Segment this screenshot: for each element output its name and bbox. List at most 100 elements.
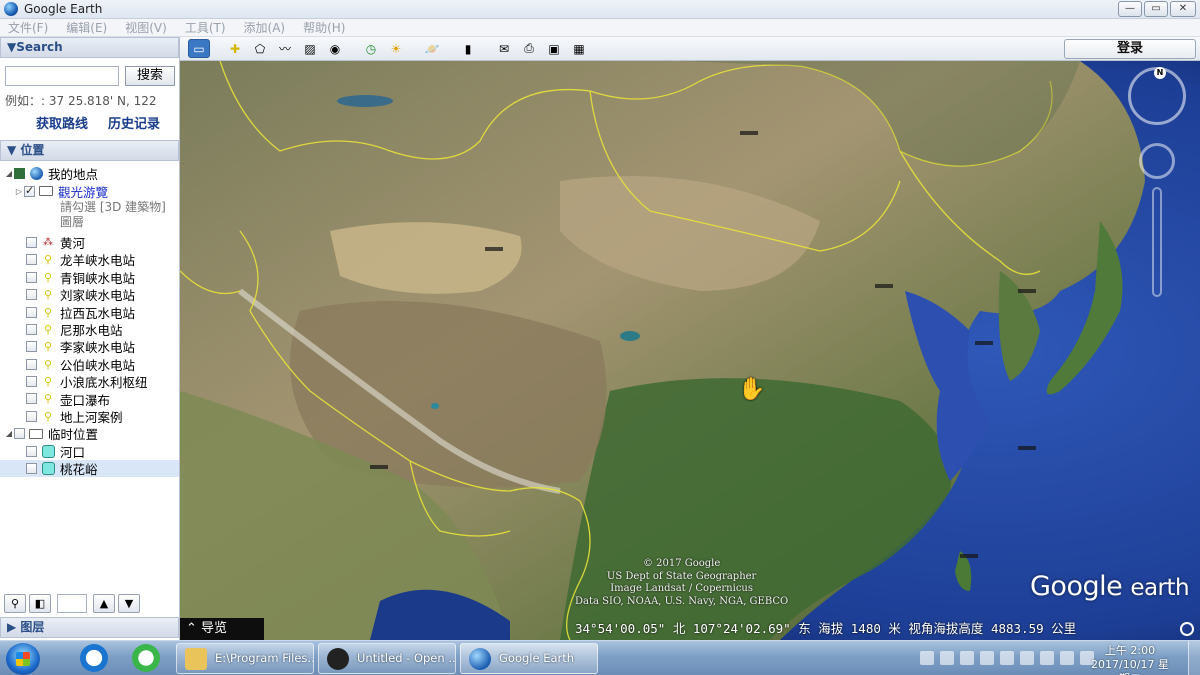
taskbar-explorer[interactable]: E:\Program Files... (176, 643, 314, 674)
add-image-overlay-icon[interactable]: ▨ (299, 39, 321, 58)
tree-item[interactable]: ⚲ 壶口瀑布 (0, 390, 179, 408)
tree-item[interactable]: ⚲ 地上河案例 (0, 408, 179, 425)
menu-tools[interactable]: 工具(T) (185, 19, 226, 36)
menu-add[interactable]: 添加(A) (244, 19, 286, 36)
historical-imagery-icon[interactable]: ◷ (360, 39, 382, 58)
record-tour-icon[interactable]: ◉ (324, 39, 346, 58)
place-marker[interactable] (1018, 289, 1036, 293)
checkbox[interactable] (26, 306, 37, 318)
tree-item[interactable]: ⚲ 小浪底水利枢纽 (0, 373, 179, 390)
tree-item[interactable]: ⚲ 拉西瓦水电站 (0, 303, 179, 321)
search-button[interactable]: 搜索 (125, 66, 175, 86)
tree-item[interactable]: ⚲ 青铜峡水电站 (0, 269, 179, 286)
move-down-icon[interactable]: ▼ (118, 593, 140, 613)
tray-app-icon[interactable] (980, 651, 994, 665)
place-marker[interactable] (1018, 446, 1036, 450)
menu-view[interactable]: 视图(V) (125, 19, 167, 36)
pan-control[interactable] (1139, 143, 1175, 179)
tree-item[interactable]: ⚲ 刘家峡水电站 (0, 286, 179, 303)
kugou-icon[interactable] (80, 644, 108, 672)
checkbox[interactable] (26, 445, 37, 457)
add-polygon-icon[interactable]: ⬠ (249, 39, 271, 58)
checkbox[interactable] (26, 289, 37, 301)
map-view[interactable]: ✋ N © 2017 Google US Dept of State Geogr… (180, 61, 1200, 640)
tray-shield-icon[interactable] (1020, 651, 1034, 665)
place-marker[interactable] (485, 247, 503, 251)
tree-item-my-places[interactable]: ◢ 我的地点 (0, 165, 179, 182)
expand-icon[interactable]: ▷ (14, 187, 24, 196)
checkbox[interactable] (26, 254, 37, 266)
menu-help[interactable]: 帮助(H) (303, 19, 345, 36)
refresh-app-icon[interactable] (132, 644, 160, 672)
search-panel-header[interactable]: ▼Search (0, 37, 179, 58)
zoom-slider[interactable] (1152, 187, 1162, 297)
place-marker[interactable] (975, 341, 993, 345)
place-marker[interactable] (740, 131, 758, 135)
tray-network-icon[interactable] (960, 651, 974, 665)
tray-arrow-icon[interactable] (920, 651, 934, 665)
history-link[interactable]: 历史记录 (108, 113, 160, 132)
checkbox[interactable] (26, 463, 37, 475)
move-up-icon[interactable]: ▲ (93, 593, 115, 613)
checkbox[interactable] (14, 168, 25, 180)
tray-input-icon[interactable] (940, 651, 954, 665)
clock[interactable]: 上午 2:00 2017/10/17 星期二 (1090, 644, 1170, 675)
search-input[interactable] (5, 66, 119, 86)
minimize-button[interactable]: — (1118, 1, 1142, 17)
menu-file[interactable]: 文件(F) (8, 19, 48, 36)
show-desktop-button[interactable] (1188, 641, 1200, 675)
compass-ring[interactable]: N (1128, 67, 1186, 125)
checkbox[interactable] (26, 358, 37, 370)
tree-item[interactable]: ⚲ 龙羊峡水电站 (0, 251, 179, 268)
switch-planet-icon[interactable]: 🪐 (421, 39, 443, 58)
layers-panel-header[interactable]: ▶ 图层 (0, 617, 179, 638)
collapse-icon[interactable]: ◢ (4, 429, 14, 438)
tour-guide-tab[interactable]: ⌃ 导览 (180, 618, 264, 640)
places-panel-header[interactable]: ▼ 位置 (0, 140, 179, 161)
close-button[interactable]: ✕ (1170, 1, 1196, 17)
get-route-link[interactable]: 获取路线 (36, 113, 88, 132)
start-button[interactable] (6, 643, 40, 675)
split-view-icon[interactable]: ◧ (29, 593, 51, 613)
checkbox[interactable] (24, 184, 35, 197)
checkbox[interactable] (26, 393, 37, 405)
tree-item[interactable]: ⚲ 公伯峡水电站 (0, 356, 179, 373)
checkbox[interactable] (26, 410, 37, 422)
view-in-maps-icon[interactable]: ▦ (568, 39, 590, 58)
checkbox[interactable] (26, 236, 37, 248)
checkbox[interactable] (26, 323, 37, 335)
tree-item-tour[interactable]: ▷ 觀光游覽 (0, 182, 179, 200)
tree-item[interactable]: ⚲ 尼那水电站 (0, 321, 179, 338)
place-marker[interactable] (960, 554, 978, 558)
taskbar-obs[interactable]: Untitled - Open ... (318, 643, 456, 674)
tray-usb-icon[interactable] (1040, 651, 1054, 665)
tray-wifi-icon[interactable] (1060, 651, 1074, 665)
tree-item[interactable]: ⁂ 黄河 (0, 234, 179, 251)
menu-edit[interactable]: 编辑(E) (66, 19, 107, 36)
place-marker[interactable] (370, 465, 388, 469)
taskbar-google-earth[interactable]: Google Earth (460, 643, 598, 674)
email-icon[interactable]: ✉ (493, 39, 515, 58)
tree-item-selected[interactable]: 桃花峪 (0, 459, 179, 478)
add-path-icon[interactable]: 〰 (274, 39, 296, 58)
add-placemark-icon[interactable]: ✚ (224, 39, 246, 58)
print-icon[interactable]: ⎙ (518, 39, 540, 58)
collapse-icon[interactable]: ◢ (4, 169, 14, 178)
checkbox[interactable] (14, 428, 25, 440)
place-marker[interactable] (875, 284, 893, 288)
tray-security-icon[interactable] (1000, 651, 1014, 665)
tree-item[interactable]: 河口 (0, 442, 179, 460)
maximize-button[interactable]: ▭ (1144, 1, 1168, 17)
checkbox[interactable] (26, 376, 37, 388)
places-filter-field[interactable] (57, 593, 87, 613)
login-button[interactable]: 登录 (1064, 39, 1196, 59)
tree-item-temp-places[interactable]: ◢ 临时位置 (0, 425, 179, 442)
navigation-controls[interactable]: N (1128, 67, 1186, 297)
search-places-icon[interactable]: ⚲ (4, 593, 26, 613)
sunlight-icon[interactable]: ☀ (385, 39, 407, 58)
ruler-icon[interactable]: ▮ (457, 39, 479, 58)
save-image-icon[interactable]: ▣ (543, 39, 565, 58)
sidebar-toggle-icon[interactable]: ▭ (188, 39, 210, 58)
checkbox[interactable] (26, 341, 37, 353)
checkbox[interactable] (26, 271, 37, 283)
